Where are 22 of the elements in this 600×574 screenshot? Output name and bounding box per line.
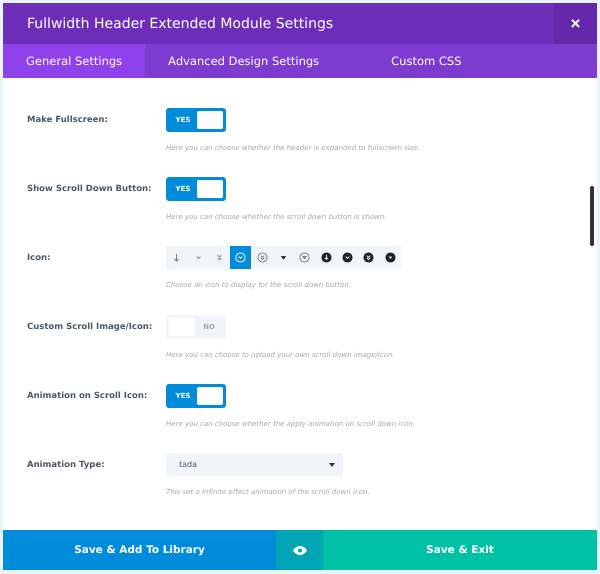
setting-label: Custom Scroll Image/Icon: xyxy=(27,321,154,334)
tab[interactable]: Custom CSS xyxy=(368,44,484,78)
window-title: Fullwidth Header Extended Module Settings xyxy=(26,16,334,32)
circle-double-chevron-icon xyxy=(256,252,268,263)
save-exit-button[interactable]: Save & Exit xyxy=(323,530,597,570)
scrollbar[interactable] xyxy=(590,186,594,246)
close-button[interactable]: × xyxy=(554,3,597,44)
setting-label: Animation Type: xyxy=(27,459,106,472)
circle-double-chevron-icon xyxy=(363,252,374,263)
setting-label: Animation on Scroll Icon: xyxy=(27,390,148,403)
save-library-button[interactable]: Save & Add To Library xyxy=(3,530,276,570)
setting-label: Show Scroll Down Button: xyxy=(27,183,153,196)
tab[interactable]: General Settings xyxy=(3,44,146,78)
setting-label: Make Fullscreen: xyxy=(27,114,109,127)
setting-label: Icon: xyxy=(27,252,52,265)
eye-icon xyxy=(292,546,306,554)
caret-icon xyxy=(329,462,335,466)
circle-chevron-icon xyxy=(235,252,246,263)
preview-button[interactable] xyxy=(276,530,323,570)
tab[interactable]: Advanced Design Settings xyxy=(145,44,342,78)
select-field[interactable]: tada xyxy=(166,453,343,476)
circle-chevron-icon xyxy=(342,252,354,263)
